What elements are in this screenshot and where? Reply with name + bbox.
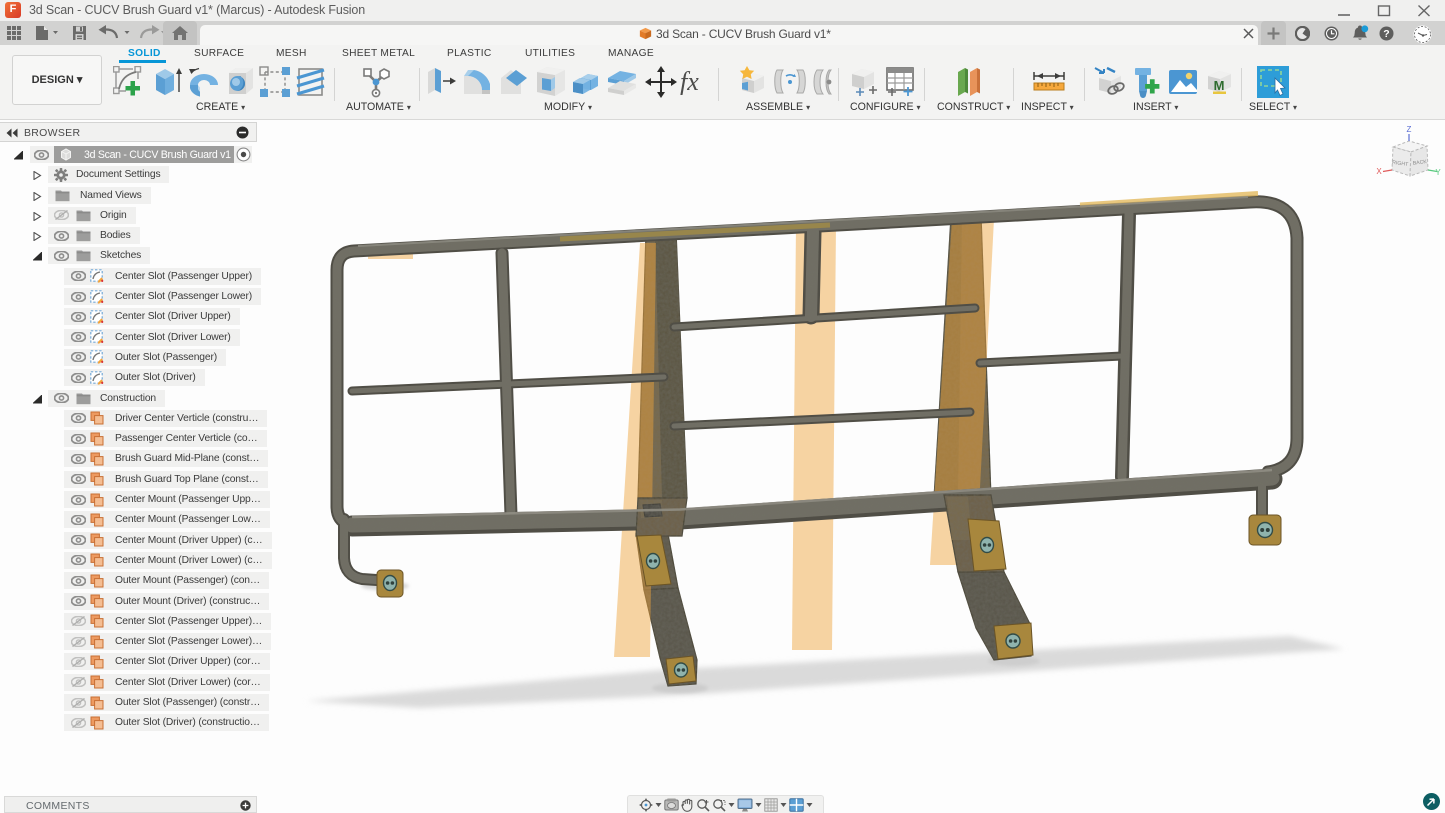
svg-text:M: M — [1214, 78, 1225, 93]
svg-text:?: ? — [1383, 28, 1389, 40]
svg-text:Z: Z — [1407, 125, 1412, 134]
svg-text:fx: fx — [680, 69, 699, 95]
svg-text:X: X — [1376, 167, 1382, 176]
svg-text:Y: Y — [1435, 168, 1441, 177]
